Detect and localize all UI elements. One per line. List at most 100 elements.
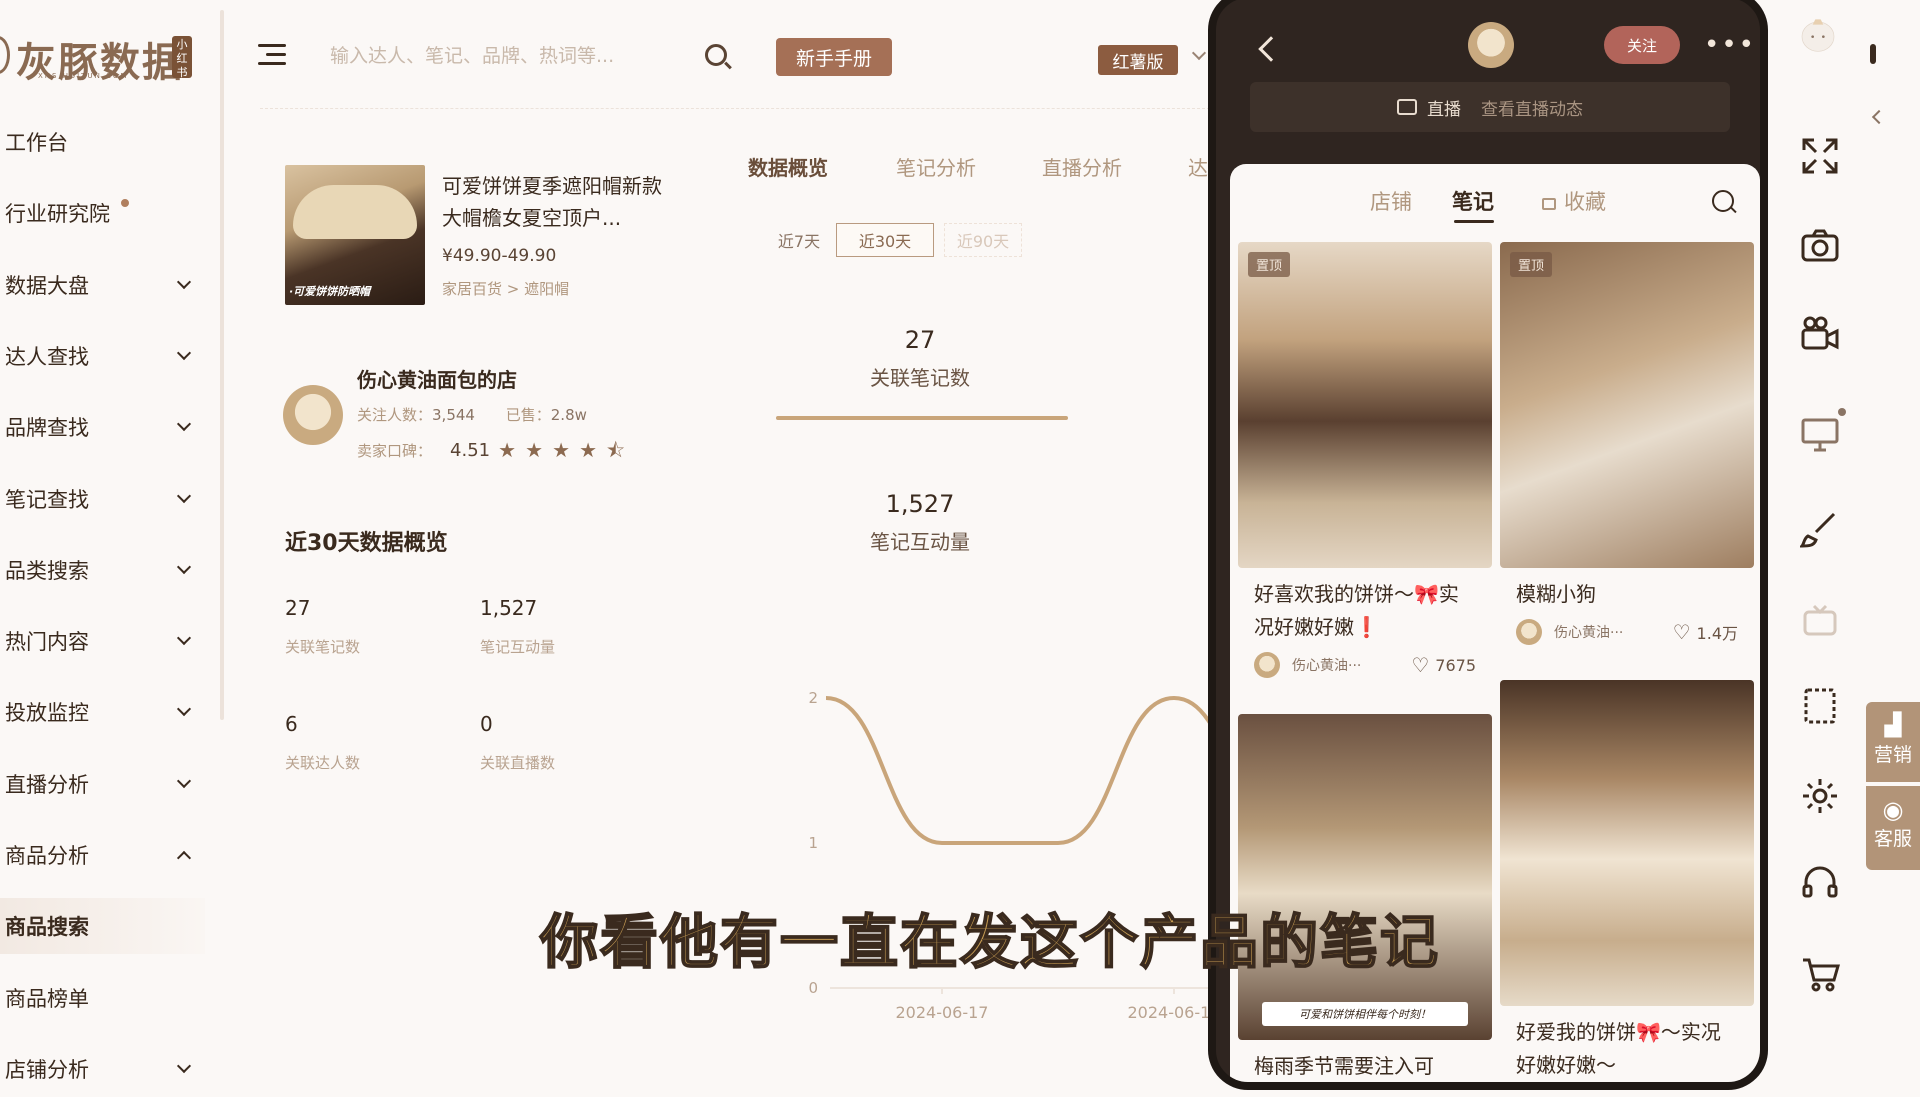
tab-data-overview[interactable]: 数据概览 — [748, 152, 828, 181]
heart-icon[interactable]: ♡ — [1411, 653, 1429, 677]
sidebar-item[interactable]: 店铺分析 — [0, 1041, 205, 1097]
product-price: ¥49.90-49.90 — [442, 246, 557, 266]
video-camera-icon[interactable] — [1800, 314, 1840, 354]
sold-label: 已售： — [505, 406, 551, 424]
product-category[interactable]: 家居百货 > 遮阳帽 — [442, 278, 569, 299]
sidebar: 灰豚数据 XHS.HUITUN.COM 小红书 工作台 行业研究院 数据大盘 达人查找… — [0, 0, 220, 1082]
note-title: 梅雨季节需要注入可 — [1254, 1054, 1434, 1078]
range-30d[interactable]: 近30天 — [836, 223, 934, 257]
version-badge[interactable]: 红薯版 — [1098, 45, 1178, 75]
more-icon[interactable]: ••• — [1704, 30, 1756, 60]
tab-underline — [1454, 220, 1494, 223]
camera-icon[interactable] — [1800, 226, 1840, 266]
sidebar-item[interactable]: 品牌查找 — [0, 399, 205, 455]
lock-icon — [1542, 198, 1556, 210]
range-90d[interactable]: 近90天 — [944, 223, 1022, 257]
video-subtitle: 你看他有一直在发这个产品的笔记 — [539, 907, 1441, 977]
headset-icon[interactable] — [1800, 864, 1840, 904]
author-avatar — [1516, 619, 1542, 645]
rating-value: 4.51 — [450, 440, 491, 461]
y-tick-label: 1 — [808, 834, 818, 852]
heart-icon[interactable]: ♡ — [1673, 620, 1691, 644]
settings-gear-icon[interactable] — [1800, 776, 1840, 816]
note-card[interactable]: 好爱我的饼饼🎀～实况好嫩好嫩～ — [1500, 680, 1754, 1082]
metric-value: 27 — [904, 326, 936, 354]
metric-label[interactable]: 笔记互动量 — [770, 526, 1070, 555]
note-title: 模糊小狗 — [1516, 582, 1596, 606]
chevron-up-icon[interactable] — [176, 850, 192, 866]
pinned-badge: 置顶 — [1510, 252, 1553, 277]
brush-icon[interactable] — [1798, 510, 1840, 550]
metric-label[interactable]: 关联笔记数 — [770, 362, 1070, 391]
product-title[interactable]: 可爱饼饼夏季遮阳帽新款大帽檐女夏空顶户... — [442, 170, 677, 234]
phone-avatar[interactable] — [1468, 22, 1514, 68]
sidebar-item[interactable]: 商品搜索 — [0, 898, 205, 954]
sidebar-item[interactable]: 品类搜索 — [0, 542, 205, 598]
sidebar-item[interactable]: 商品榜单 — [0, 970, 205, 1026]
service-label: 客服 — [1873, 828, 1912, 850]
follow-button[interactable]: 关注 — [1604, 26, 1680, 64]
sidebar-item[interactable]: 达人查找 — [0, 328, 205, 384]
chevron-down-icon[interactable] — [176, 559, 192, 575]
sidebar-item[interactable]: 笔记查找 — [0, 471, 205, 527]
sidebar-item[interactable]: 数据大盘 — [0, 257, 205, 313]
search-icon[interactable] — [705, 44, 727, 66]
customer-service-tab[interactable]: ◉ 客服 — [1866, 786, 1920, 870]
sidebar-item[interactable]: 投放监控 — [0, 684, 205, 740]
product-image-caption: ·可爱饼饼防晒帽 — [289, 285, 371, 298]
range-7d[interactable]: 近7天 — [764, 223, 834, 257]
sidebar-item-label: 笔记查找 — [5, 488, 89, 512]
tab-creator-analysis[interactable]: 达 — [1188, 152, 1208, 181]
chevron-down-icon[interactable] — [176, 488, 192, 504]
chevron-down-icon[interactable] — [176, 274, 192, 290]
phone-tab-favorites[interactable]: 收藏 — [1542, 186, 1606, 216]
shop-avatar[interactable] — [283, 385, 343, 445]
phone-search-icon[interactable] — [1712, 190, 1734, 212]
menu-collapse-icon[interactable] — [258, 44, 286, 66]
rail-handle[interactable] — [1870, 44, 1876, 64]
vip-mascot-icon[interactable] — [1798, 14, 1858, 74]
star-icon: ★ — [525, 438, 544, 462]
product-image[interactable]: ·可爱饼饼防晒帽 — [285, 165, 425, 305]
sidebar-item[interactable]: 行业研究院 — [0, 185, 205, 241]
chevron-down-icon[interactable] — [176, 345, 192, 361]
crop-icon[interactable] — [1800, 686, 1840, 726]
chevron-down-icon[interactable] — [176, 1058, 192, 1074]
note-card[interactable]: 置顶 模糊小狗 伤心黄油··· ♡ 1.4万 — [1500, 242, 1754, 645]
phone-tab-shop[interactable]: 店铺 — [1370, 186, 1412, 216]
chevron-down-icon[interactable] — [176, 630, 192, 646]
search-input[interactable] — [330, 38, 670, 74]
sidebar-item-label: 品类搜索 — [5, 559, 89, 583]
chevron-down-icon[interactable] — [176, 773, 192, 789]
chevron-down-icon[interactable] — [176, 701, 192, 717]
series-line[interactable] — [825, 695, 1210, 845]
back-icon[interactable] — [1258, 36, 1284, 62]
note-card[interactable]: 置顶 好喜欢我的饼饼～🎀实况好嫩好嫩❗ 伤心黄油··· ♡ 7675 — [1238, 242, 1492, 678]
robot-icon[interactable] — [1800, 600, 1840, 640]
fullscreen-icon[interactable] — [1800, 136, 1840, 176]
live-banner[interactable]: 直播 查看直播动态 — [1250, 82, 1730, 132]
note-image: 置顶 — [1500, 242, 1754, 568]
sidebar-divider — [220, 10, 224, 720]
sidebar-item[interactable]: 直播分析 — [0, 756, 205, 812]
cart-icon[interactable] — [1800, 954, 1840, 994]
sidebar-item[interactable]: 商品分析 — [0, 827, 205, 883]
collapse-rail-icon[interactable] — [1871, 109, 1887, 125]
marketing-tab[interactable]: ▟ 营销 — [1866, 702, 1920, 782]
y-tick-label: 0 — [808, 979, 818, 997]
chevron-down-icon[interactable] — [176, 416, 192, 432]
note-likes: 7675 — [1435, 655, 1476, 675]
live-label: 直播 — [1427, 99, 1461, 120]
chevron-down-icon[interactable] — [1191, 45, 1207, 61]
screen-record-icon[interactable] — [1800, 414, 1840, 454]
phone-tab-notes[interactable]: 笔记 — [1452, 186, 1494, 216]
tab-note-analysis[interactable]: 笔记分析 — [896, 152, 976, 181]
sidebar-item[interactable]: 热门内容 — [0, 613, 205, 669]
logo-badge: 小红书 — [172, 36, 192, 79]
shop-name[interactable]: 伤心黄油面包的店 — [357, 364, 517, 393]
trend-chart: 0122024-06-172024-06-19202 — [808, 689, 1210, 1022]
top-divider — [260, 108, 1210, 109]
sidebar-item[interactable]: 工作台 — [0, 114, 205, 170]
guide-button[interactable]: 新手手册 — [776, 38, 892, 76]
tab-live-analysis[interactable]: 直播分析 — [1042, 152, 1122, 181]
